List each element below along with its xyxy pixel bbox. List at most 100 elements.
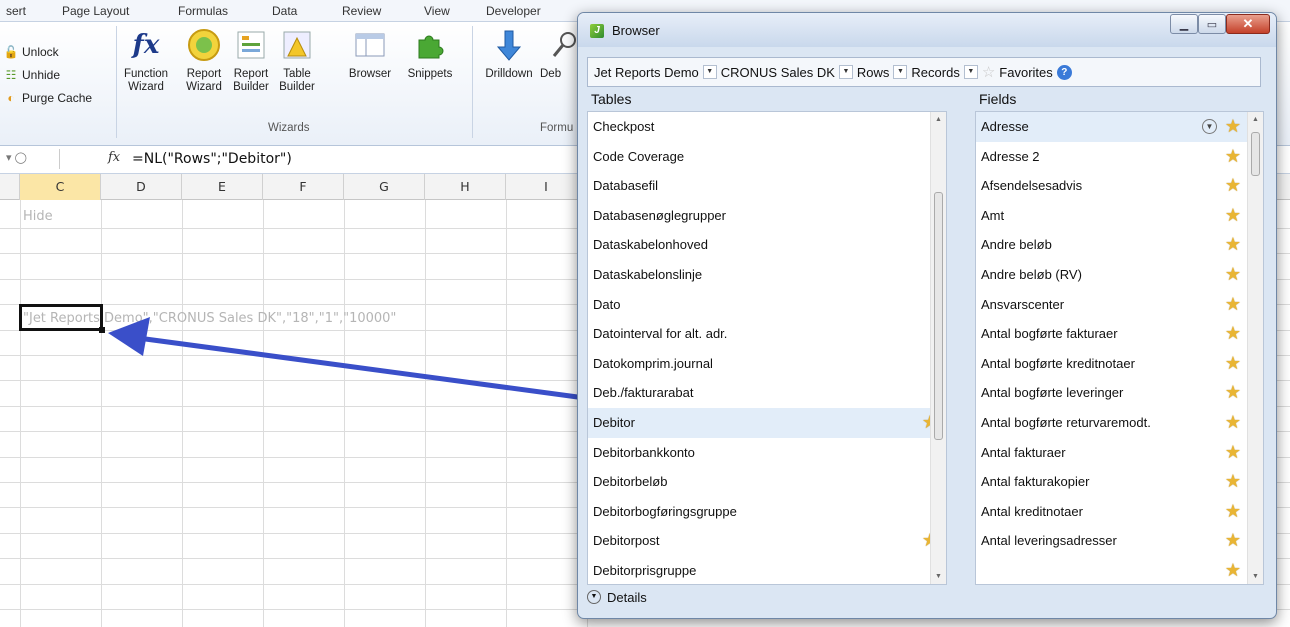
column-header-e[interactable]: E bbox=[182, 174, 263, 200]
table-row[interactable]: Code Coverage bbox=[588, 142, 946, 172]
table-row[interactable]: Deb./fakturarabat bbox=[588, 378, 946, 408]
active-cell[interactable] bbox=[19, 304, 105, 333]
favorite-star-icon[interactable]: ★ bbox=[1225, 142, 1241, 172]
records-dropdown[interactable]: Records ▼ bbox=[911, 65, 978, 80]
favorite-star-icon[interactable]: ★ bbox=[1225, 408, 1241, 438]
unhide-button[interactable]: ☷ Unhide bbox=[4, 65, 60, 85]
favorite-star-icon[interactable]: ★ bbox=[1225, 290, 1241, 320]
field-row[interactable]: Adresse ▼ ★ bbox=[976, 112, 1263, 142]
field-row[interactable]: Antal kreditnotaer ★ bbox=[976, 497, 1263, 527]
snippets-button[interactable]: Snippets bbox=[400, 24, 460, 81]
favorite-star-icon[interactable]: ★ bbox=[1225, 349, 1241, 379]
table-row[interactable]: Dataskabelonslinje bbox=[588, 260, 946, 290]
scroll-down-icon[interactable]: ▼ bbox=[1252, 573, 1259, 580]
function-wizard-button[interactable]: fx Function Wizard bbox=[118, 24, 174, 94]
column-header-c[interactable]: C bbox=[20, 174, 101, 200]
table-row[interactable]: Databasefil bbox=[588, 171, 946, 201]
tab-insert[interactable]: sert bbox=[6, 4, 26, 18]
table-row[interactable]: Dataskabelonhoved bbox=[588, 230, 946, 260]
drilldown-button[interactable]: Drilldown bbox=[478, 24, 540, 81]
tab-page-layout[interactable]: Page Layout bbox=[62, 4, 129, 18]
field-row[interactable]: Ansvarscenter ★ bbox=[976, 290, 1263, 320]
table-builder-button[interactable]: Table Builder bbox=[274, 24, 320, 94]
favorite-star-icon[interactable]: ★ bbox=[1225, 260, 1241, 290]
table-row[interactable]: Checkpost bbox=[588, 112, 946, 142]
tab-view[interactable]: View bbox=[424, 4, 450, 18]
column-header-h[interactable]: H bbox=[425, 174, 506, 200]
report-builder-button[interactable]: Report Builder bbox=[228, 24, 274, 94]
favorites-button[interactable]: ☆ Favorites bbox=[982, 63, 1053, 81]
table-row[interactable]: Debitorpost★ bbox=[588, 526, 946, 556]
column-header-f[interactable]: F bbox=[263, 174, 344, 200]
scroll-up-icon[interactable]: ▲ bbox=[935, 116, 942, 123]
table-row[interactable]: Debitorbogføringsgruppe bbox=[588, 497, 946, 527]
column-header-i[interactable]: I bbox=[506, 174, 587, 200]
fields-scrollbar[interactable]: ▲ ▼ bbox=[1247, 112, 1263, 584]
scroll-down-icon[interactable]: ▼ bbox=[935, 573, 942, 580]
table-row[interactable]: Datokomprim.journal bbox=[588, 349, 946, 379]
field-row[interactable]: Antal fakturaer ★ bbox=[976, 438, 1263, 468]
table-row[interactable]: Debitorbankkonto bbox=[588, 438, 946, 468]
tab-formulas[interactable]: Formulas bbox=[178, 4, 228, 18]
field-row[interactable]: Antal bogførte returvaremodt. ★ bbox=[976, 408, 1263, 438]
field-row[interactable]: Antal fakturakopier ★ bbox=[976, 467, 1263, 497]
scroll-up-icon[interactable]: ▲ bbox=[1252, 116, 1259, 123]
favorite-star-icon[interactable]: ★ bbox=[1225, 201, 1241, 231]
favorite-star-icon[interactable]: ★ bbox=[1225, 319, 1241, 349]
maximize-button[interactable]: ▭ bbox=[1198, 14, 1226, 34]
column-header-d[interactable]: D bbox=[101, 174, 182, 200]
favorite-star-icon[interactable]: ★ bbox=[1225, 556, 1241, 584]
field-row[interactable]: Antal bogførte kreditnotaer ★ bbox=[976, 349, 1263, 379]
table-row[interactable]: Debitorbeløb bbox=[588, 467, 946, 497]
select-all-corner[interactable] bbox=[0, 174, 20, 200]
unlock-button[interactable]: 🔓 Unlock bbox=[4, 42, 59, 62]
favorite-star-icon[interactable]: ★ bbox=[1225, 526, 1241, 556]
browser-window: J Browser ▁ ▭ ✕ Jet Reports Demo ▼ CRONUS… bbox=[577, 12, 1277, 619]
table-row[interactable]: Dato bbox=[588, 290, 946, 320]
company-dropdown[interactable]: CRONUS Sales DK ▼ bbox=[721, 65, 853, 80]
field-row[interactable]: Andre beløb ★ bbox=[976, 230, 1263, 260]
formula-input[interactable]: =NL("Rows";"Debitor") bbox=[132, 151, 292, 167]
favorite-star-icon[interactable]: ★ bbox=[1225, 112, 1241, 142]
favorite-star-icon[interactable]: ★ bbox=[1225, 378, 1241, 408]
function-icon[interactable]: fx bbox=[108, 150, 120, 165]
field-row[interactable]: Antal leveringsadresser ★ bbox=[976, 526, 1263, 556]
report-wizard-button[interactable]: Report Wizard bbox=[180, 24, 228, 94]
browser-button[interactable]: Browser bbox=[344, 24, 396, 81]
table-row[interactable]: Datointerval for alt. adr. bbox=[588, 319, 946, 349]
field-row[interactable]: Antal bogførte fakturaer ★ bbox=[976, 319, 1263, 349]
tab-review[interactable]: Review bbox=[342, 4, 381, 18]
source-dropdown[interactable]: Jet Reports Demo ▼ bbox=[594, 65, 717, 80]
debug-button[interactable]: Deb bbox=[540, 24, 576, 81]
field-row[interactable]: Afsendelsesadvis ★ bbox=[976, 171, 1263, 201]
field-row[interactable]: Antal bogførte leveringer ★ bbox=[976, 378, 1263, 408]
favorite-star-icon[interactable]: ★ bbox=[1225, 497, 1241, 527]
minimize-button[interactable]: ▁ bbox=[1170, 14, 1198, 34]
purge-cache-button[interactable]: ◐ Purge Cache bbox=[4, 88, 92, 108]
field-row[interactable]: ★ bbox=[976, 556, 1263, 584]
fill-handle[interactable] bbox=[99, 327, 105, 333]
tables-scrollbar[interactable]: ▲ ▼ bbox=[930, 112, 946, 584]
help-icon[interactable]: ? bbox=[1056, 64, 1072, 80]
tab-developer[interactable]: Developer bbox=[486, 4, 541, 18]
details-expander[interactable]: ▼ Details bbox=[587, 585, 1261, 609]
expand-circle-icon[interactable]: ▼ bbox=[1202, 119, 1217, 134]
scroll-thumb[interactable] bbox=[934, 192, 943, 440]
favorite-star-icon[interactable]: ★ bbox=[1225, 230, 1241, 260]
tab-data[interactable]: Data bbox=[272, 4, 297, 18]
close-button[interactable]: ✕ bbox=[1226, 14, 1270, 34]
favorite-star-icon[interactable]: ★ bbox=[1225, 467, 1241, 497]
field-row[interactable]: Adresse 2 ★ bbox=[976, 142, 1263, 172]
favorite-star-icon[interactable]: ★ bbox=[1225, 438, 1241, 468]
field-row[interactable]: Andre beløb (RV) ★ bbox=[976, 260, 1263, 290]
mode-dropdown[interactable]: Rows ▼ bbox=[857, 65, 908, 80]
table-row[interactable]: Debitor★ bbox=[588, 407, 946, 438]
table-row[interactable]: Debitorprisgruppe bbox=[588, 556, 946, 584]
table-row[interactable]: Databasenøglegrupper bbox=[588, 201, 946, 231]
field-row[interactable]: Amt ★ bbox=[976, 201, 1263, 231]
column-header-g[interactable]: G bbox=[344, 174, 425, 200]
name-box[interactable]: ▾ ◯ bbox=[0, 149, 60, 169]
favorite-star-icon[interactable]: ★ bbox=[1225, 171, 1241, 201]
browser-title-bar[interactable]: J Browser ▁ ▭ ✕ bbox=[578, 13, 1276, 47]
scroll-thumb[interactable] bbox=[1251, 132, 1260, 176]
